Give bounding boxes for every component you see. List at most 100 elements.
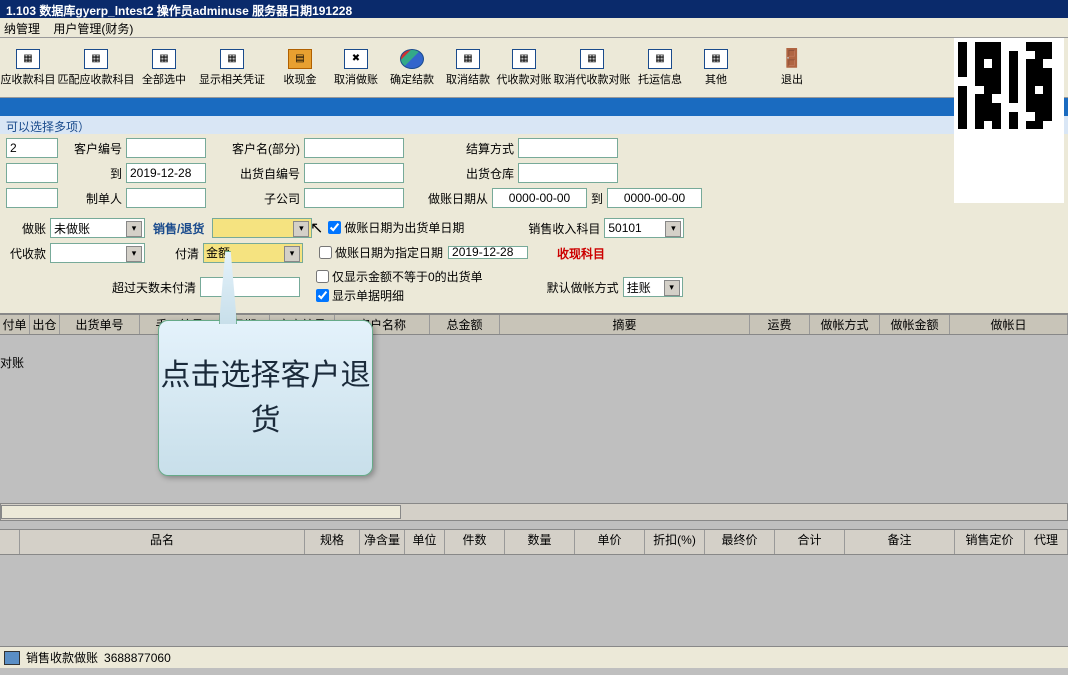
input-shipno[interactable]: [304, 163, 404, 183]
grid2-header: 品名 规格 净含量 单位 件数 数量 单价 折扣(%) 最终价 合计 备注 销售…: [0, 529, 1068, 555]
tool-select-all[interactable]: ▦全部选中: [136, 47, 192, 89]
input-sub[interactable]: [304, 188, 404, 208]
label-method: 结算方式: [458, 140, 514, 157]
tutorial-callout: 点击选择客户退货: [158, 320, 373, 476]
label-maker: 制单人: [62, 190, 122, 207]
gh2-12[interactable]: 代理: [1025, 530, 1068, 554]
label-to: 到: [62, 165, 122, 182]
tool-transport-info[interactable]: ▦托运信息: [632, 47, 688, 89]
input-spec-date[interactable]: [448, 246, 528, 259]
label-shipno: 出货自编号: [230, 165, 300, 182]
gh2-9[interactable]: 合计: [775, 530, 845, 554]
gh2-11[interactable]: 销售定价: [955, 530, 1025, 554]
qr-code: [954, 38, 1064, 203]
label-income-acct: 销售收入科目: [520, 220, 600, 237]
label-default-method: 默认做帐方式: [539, 279, 619, 296]
input-overdue-days[interactable]: [200, 277, 300, 297]
tool-cancel-proxy-recon[interactable]: ▦取消代收款对账: [552, 47, 632, 89]
cb-nonzero-label: 仅显示金额不等于0的出货单: [332, 268, 483, 285]
gh2-10[interactable]: 备注: [845, 530, 955, 554]
tool-proxy-recon[interactable]: ▦代收款对账: [496, 47, 552, 89]
input-small2[interactable]: [6, 163, 58, 183]
tool-ar-account[interactable]: ▦应收款科目: [0, 47, 56, 89]
gh2-0[interactable]: 品名: [20, 530, 305, 554]
gh2-blank: [0, 530, 20, 554]
input-small3[interactable]: [6, 188, 58, 208]
blue-separator: [0, 98, 1068, 116]
cb-ship-date-label: 做账日期为出货单日期: [344, 219, 464, 236]
tool-show-voucher[interactable]: ▦显示相关凭证: [192, 47, 272, 89]
select-income-acct[interactable]: 50101: [604, 218, 684, 238]
select-settle-amount[interactable]: 金额: [203, 243, 303, 263]
tool-match-ar[interactable]: ▦匹配应收款科目: [56, 47, 136, 89]
window-title: 1.103 数据库gyerp_lntest2 操作员adminuse 服务器日期…: [0, 0, 1068, 18]
select-proxy[interactable]: [50, 243, 145, 263]
tool-other[interactable]: ▦其他: [688, 47, 744, 89]
gh2-6[interactable]: 单价: [575, 530, 645, 554]
grid1-hscroll[interactable]: [0, 503, 1068, 521]
hint-text: 可以选择多项）: [0, 116, 1068, 134]
label-warehouse: 出货仓库: [458, 165, 514, 182]
input-custno[interactable]: [126, 138, 206, 158]
gh1-11[interactable]: 做帐金额: [880, 315, 950, 334]
label-custno: 客户编号: [62, 140, 122, 157]
filter-panel: 客户编号 客户名(部分) 结算方式 到 出货自编号 出货仓库 制单人 子公司 做…: [0, 134, 1068, 313]
gh2-7[interactable]: 折扣(%): [645, 530, 705, 554]
gh1-10[interactable]: 做帐方式: [810, 315, 880, 334]
tool-confirm-settle[interactable]: 确定结款: [384, 47, 440, 89]
select-book-status[interactable]: 未做账: [50, 218, 145, 238]
label-custname: 客户名(部分): [230, 140, 300, 157]
input-todate[interactable]: [126, 163, 206, 183]
gh1-12[interactable]: 做帐日: [950, 315, 1068, 334]
gh1-1[interactable]: 出仓: [30, 315, 60, 334]
select-sales-return-highlighted[interactable]: [212, 218, 312, 238]
tool-collect-cash[interactable]: ▤收现金: [272, 47, 328, 89]
label-settle: 付清: [149, 245, 199, 262]
input-method[interactable]: [518, 138, 618, 158]
cb-show-detail[interactable]: [316, 289, 329, 302]
cb-spec-date[interactable]: [319, 246, 332, 259]
cb-nonzero[interactable]: [316, 270, 329, 283]
label-bookfrom: 做账日期从: [418, 190, 488, 207]
scroll-thumb[interactable]: [1, 505, 401, 519]
label-proxy: 代收款: [6, 245, 46, 262]
gh1-8[interactable]: 摘要: [500, 315, 750, 334]
label-cash-acct: 收现科目: [557, 245, 637, 262]
gh2-5[interactable]: 数量: [505, 530, 575, 554]
label-sub: 子公司: [230, 190, 300, 207]
cb-ship-date[interactable]: [328, 221, 341, 234]
menu-item-1[interactable]: 纳管理: [4, 22, 40, 36]
gh1-2[interactable]: 出货单号: [60, 315, 140, 334]
input-bookfrom[interactable]: [492, 188, 587, 208]
cb-spec-date-label: 做账日期为指定日期: [335, 244, 443, 261]
menu-bar: 纳管理 用户管理(财务): [0, 18, 1068, 38]
label-to2: 到: [591, 190, 603, 207]
toolbar: ▦应收款科目 ▦匹配应收款科目 ▦全部选中 ▦显示相关凭证 ▤收现金 ✖取消做账…: [0, 38, 1068, 98]
status-bar: 销售收款做账 3688877060: [0, 646, 1068, 668]
menu-item-2[interactable]: 用户管理(财务): [53, 22, 133, 36]
tool-cancel-booking[interactable]: ✖取消做账: [328, 47, 384, 89]
gh2-4[interactable]: 件数: [445, 530, 505, 554]
input-small[interactable]: [6, 138, 58, 158]
status-number: 3688877060: [104, 651, 171, 665]
tool-exit[interactable]: 🚪退出: [764, 47, 820, 89]
gh2-1[interactable]: 规格: [305, 530, 360, 554]
input-maker[interactable]: [126, 188, 206, 208]
gh1-0[interactable]: 付单: [0, 315, 30, 334]
cb-show-detail-label: 显示单据明细: [332, 287, 404, 304]
gh2-3[interactable]: 单位: [405, 530, 445, 554]
label-sales-return: 销售/退货: [153, 220, 204, 237]
input-warehouse[interactable]: [518, 163, 618, 183]
status-tab-label[interactable]: 销售收款做账: [26, 649, 98, 666]
gh1-7[interactable]: 总金额: [430, 315, 500, 334]
input-custname[interactable]: [304, 138, 404, 158]
input-bookto[interactable]: [607, 188, 702, 208]
tool-cancel-settle[interactable]: ▦取消结款: [440, 47, 496, 89]
status-icon: [4, 651, 20, 665]
gh2-2[interactable]: 净含量: [360, 530, 405, 554]
label-overdue: 超过天数未付清: [6, 279, 196, 296]
label-dz: 对账: [0, 354, 24, 371]
gh1-9[interactable]: 运费: [750, 315, 810, 334]
gh2-8[interactable]: 最终价: [705, 530, 775, 554]
select-default-method[interactable]: 挂账: [623, 277, 683, 297]
